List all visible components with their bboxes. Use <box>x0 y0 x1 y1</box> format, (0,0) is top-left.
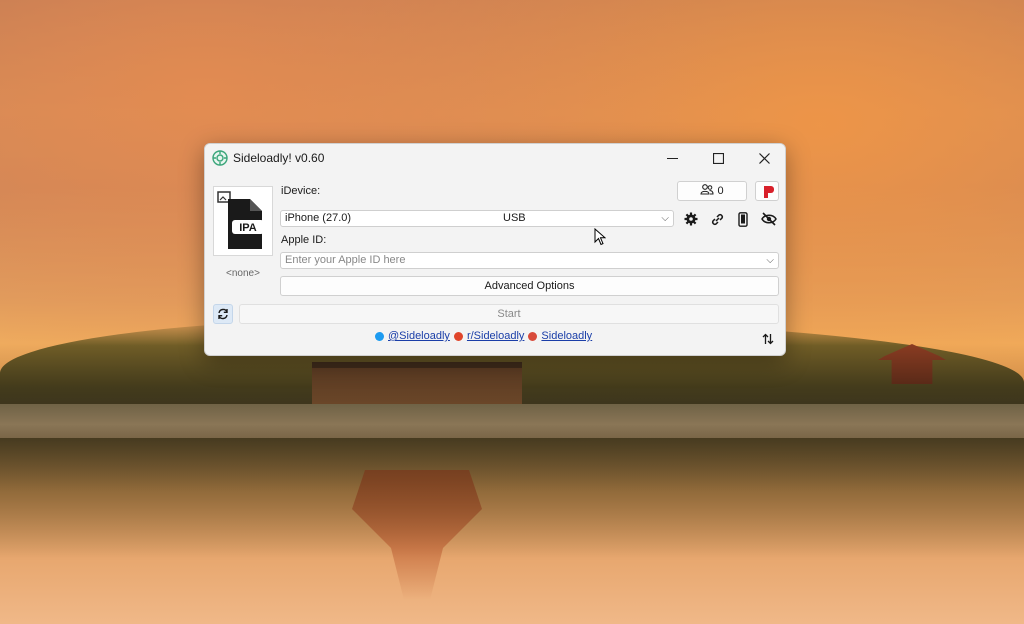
patreon-link[interactable]: Sideloadly <box>541 330 592 342</box>
record-button[interactable] <box>755 181 779 201</box>
twitter-icon <box>375 331 384 341</box>
close-icon <box>758 152 770 164</box>
close-button[interactable] <box>741 144 785 172</box>
sort-icon <box>762 333 774 345</box>
apple-id-input[interactable]: Enter your Apple ID here ⌵ <box>280 252 779 269</box>
refresh-icon <box>218 308 228 320</box>
idevice-label: iDevice: <box>281 185 321 197</box>
ipa-icon-text: IPA <box>239 222 257 234</box>
app-logo-icon <box>212 150 228 166</box>
chevron-down-icon: ⌵ <box>766 255 774 266</box>
patreon-icon <box>528 331 538 341</box>
minimize-icon <box>666 157 678 159</box>
social-links: @Sideloadly r/Sideloadly Sideloadly <box>375 329 592 343</box>
counter-value: 0 <box>717 185 724 197</box>
pairing-button[interactable] <box>706 209 728 229</box>
maximize-icon <box>712 152 724 164</box>
wallpaper-hall <box>312 362 522 404</box>
refresh-button[interactable] <box>213 304 233 324</box>
phone-icon <box>738 211 748 227</box>
start-button[interactable]: Start <box>239 304 779 324</box>
device-settings-button[interactable] <box>680 209 702 229</box>
gear-icon <box>684 212 698 226</box>
counter-button[interactable]: 0 <box>677 181 747 201</box>
ipa-file-icon: IPA <box>217 191 264 249</box>
selected-ipa-label: <none> <box>226 268 260 279</box>
wallpaper-wall <box>0 404 1024 438</box>
device-info-button[interactable] <box>732 209 754 229</box>
advanced-options-button[interactable]: Advanced Options <box>280 276 779 296</box>
hide-info-button[interactable] <box>758 209 780 229</box>
apple-id-label: Apple ID: <box>281 234 327 246</box>
device-select[interactable]: iPhone (27.0) USB ⌵ <box>280 210 674 227</box>
title-bar[interactable]: Sideloadly! v0.60 <box>205 144 785 172</box>
chevron-down-icon: ⌵ <box>661 213 669 224</box>
minimize-button[interactable] <box>649 144 695 172</box>
sideloadly-window: Sideloadly! v0.60 IPA <none> iDevice: 0 … <box>204 143 786 356</box>
mouse-cursor-icon <box>594 228 606 246</box>
eye-off-icon <box>761 212 777 226</box>
ipa-drop-zone[interactable]: IPA <box>213 186 273 256</box>
reddit-link[interactable]: r/Sideloadly <box>467 330 524 342</box>
users-icon <box>700 184 714 195</box>
maximize-button[interactable] <box>695 144 741 172</box>
twitter-link[interactable]: @Sideloadly <box>388 330 450 342</box>
link-icon <box>711 213 723 225</box>
wallpaper-reflection <box>0 438 1024 558</box>
apple-id-placeholder: Enter your Apple ID here <box>285 254 406 266</box>
window-title: Sideloadly! v0.60 <box>233 151 325 165</box>
toggle-log-button[interactable] <box>759 330 777 348</box>
device-connection: USB <box>503 212 526 224</box>
reddit-icon <box>453 331 463 341</box>
device-name: iPhone (27.0) <box>285 212 352 224</box>
